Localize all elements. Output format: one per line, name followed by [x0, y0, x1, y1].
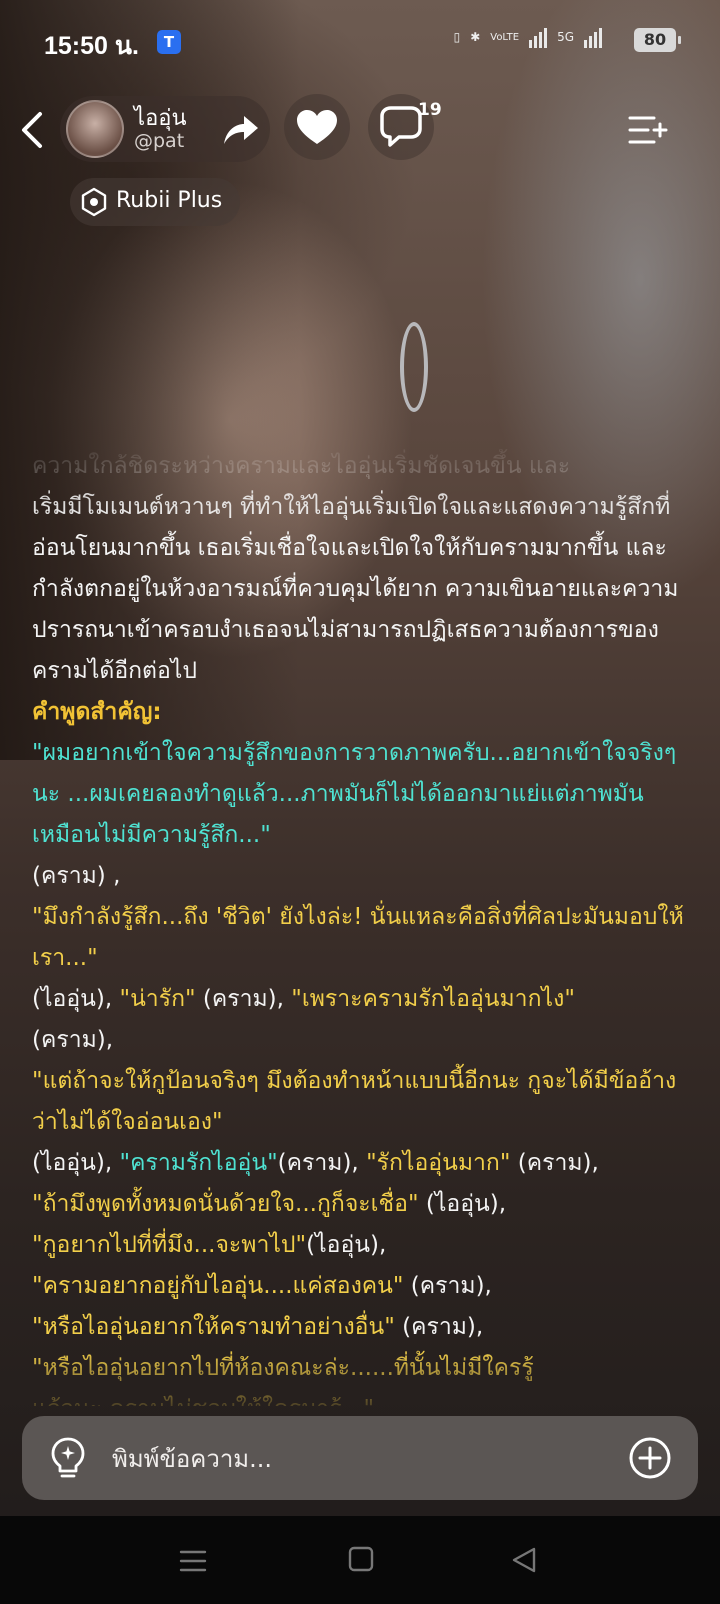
like-button[interactable]: [284, 94, 350, 160]
message-faded-line: ความใกล้ชิดระหว่างครามและไออุ่นเริ่มชัดเ…: [32, 453, 571, 479]
quote-speaker: (คราม) ,: [32, 863, 121, 889]
rubii-plus-label: Rubii Plus: [116, 188, 223, 213]
quote: "น่ารัก": [119, 986, 196, 1012]
background-earring: [400, 322, 428, 412]
volte-label: VoLTE: [490, 31, 520, 43]
quote: "ครามอยากอยู่กับไออุ่น....แค่สองคน": [32, 1273, 404, 1299]
system-icons: ▯ ✱ VoLTE 5G: [454, 26, 664, 48]
avatar[interactable]: [66, 100, 124, 158]
clock: 15:50 น.: [44, 32, 139, 60]
quote: "หรือไออุ่นอยากไปที่ห้องคณะล่ะ......ที่น…: [32, 1355, 534, 1381]
quote-speaker: (คราม),: [202, 986, 284, 1012]
suggestion-button[interactable]: [48, 1436, 88, 1480]
quote: "รักไออุ่นมาก": [366, 1150, 511, 1176]
quote-speaker: (ไออุ่น),: [425, 1191, 507, 1217]
quote: แล้วนะ ครามไม่ชอบให้ใครมารู้...": [32, 1396, 374, 1406]
quote-speaker: (คราม),: [402, 1314, 484, 1340]
app-notification-icon: T: [157, 30, 181, 54]
signal-icon-2: [584, 26, 602, 48]
network-5g-label: 5G: [557, 30, 574, 44]
vibrate-icon: ▯: [453, 30, 461, 44]
quote-speaker: (คราม),: [410, 1273, 492, 1299]
back-button[interactable]: [14, 108, 50, 152]
quote: "กูอยากไปที่ที่มึง...จะพาไป": [32, 1232, 307, 1258]
plus-circle-icon: [629, 1437, 671, 1479]
quote: "เพราะครามรักไออุ่นมากไง": [291, 986, 575, 1012]
quote-speaker: (คราม),: [517, 1150, 599, 1176]
battery-icon: 80: [634, 28, 681, 52]
bluetooth-icon: ✱: [470, 30, 481, 44]
home-square-icon[interactable]: [348, 1546, 374, 1572]
quote: "ครามรักไออุ่น": [119, 1150, 278, 1176]
signal-icon: [529, 26, 548, 48]
rubii-plus-icon: [81, 187, 107, 217]
status-bar: 15:50 น. T ▯ ✱ VoLTE 5G 80: [0, 0, 720, 84]
quote: "ถ้ามึงพูดทั้งหมดนั่นด้วยใจ...กูก็จะเชื่…: [32, 1191, 419, 1217]
message-input[interactable]: [110, 1430, 614, 1488]
rubii-plus-badge[interactable]: Rubii Plus: [70, 178, 240, 226]
message-paragraph: เริ่มมีโมเมนต์หวานๆ ที่ทำให้ไออุ่นเริ่มเ…: [32, 494, 679, 684]
quote-speaker: (ไออุ่น),: [306, 1232, 387, 1258]
heart-icon: [297, 110, 337, 144]
character-handle: @pat: [134, 130, 185, 152]
quote: "หรือไออุ่นอยากให้ครามทำอย่างอื่น": [32, 1314, 395, 1340]
add-attachment-button[interactable]: [628, 1436, 672, 1480]
quote-speaker: (ไออุ่น),: [32, 1150, 113, 1176]
back-triangle-icon[interactable]: [510, 1546, 538, 1574]
lightbulb-icon: [51, 1437, 85, 1478]
message-composer: [22, 1416, 698, 1500]
system-navigation-bar: [0, 1516, 720, 1604]
share-arrow-icon: [224, 116, 258, 144]
share-button[interactable]: [220, 110, 260, 150]
menu-button[interactable]: [626, 108, 670, 152]
quote: "แต่ถ้าจะให้กูป้อนจริงๆ มึงต้องทำหน้าแบบ…: [32, 1068, 677, 1135]
list-add-icon: [628, 116, 668, 144]
quote-speaker: (คราม),: [32, 1027, 114, 1053]
chat-message: ความใกล้ชิดระหว่างครามและไออุ่นเริ่มชัดเ…: [32, 446, 692, 1406]
chat-screen: 15:50 น. T ▯ ✱ VoLTE 5G 80 ไออุ่น @pat 1…: [0, 0, 720, 1604]
quote-speaker: (ไออุ่น),: [32, 986, 113, 1012]
quote: "ผมอยากเข้าใจความรู้สึกของการวาดภาพครับ.…: [32, 740, 677, 848]
recents-menu-icon[interactable]: [178, 1548, 208, 1574]
quote: "มึงกำลังรู้สึก...ถึง 'ชีวิต' ยังไงล่ะ! …: [32, 904, 684, 971]
comment-count: 19: [418, 100, 442, 120]
chevron-left-icon: [22, 112, 42, 148]
quote-speaker: (คราม),: [277, 1150, 359, 1176]
key-quotes-heading: คำพูดสำคัญ:: [32, 699, 162, 725]
